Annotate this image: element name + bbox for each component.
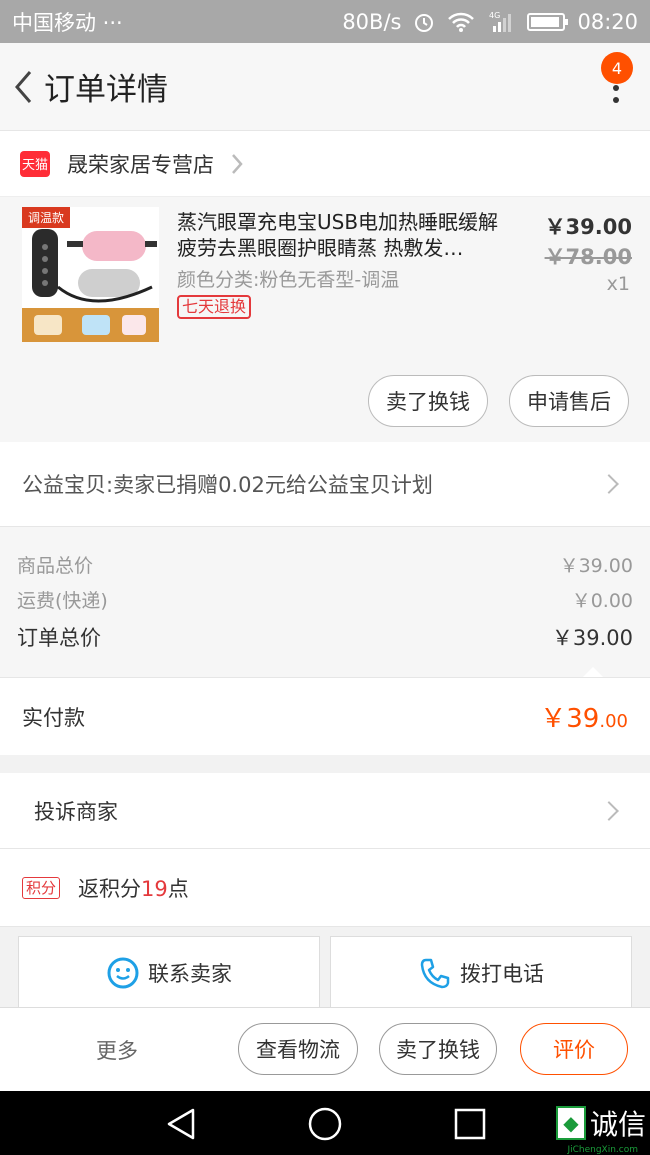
wifi-icon xyxy=(448,12,475,32)
call-phone-button[interactable]: 拨打电话 xyxy=(330,936,632,1008)
charity-row[interactable]: 公益宝贝:卖家已捐赠0.02元给公益宝贝计划 xyxy=(0,442,650,527)
complain-seller-row[interactable]: 投诉商家 xyxy=(0,773,650,849)
points-prefix: 返积分 xyxy=(78,876,142,901)
chevron-left-icon xyxy=(15,70,32,103)
product-image[interactable]: 调温款 xyxy=(22,207,159,342)
return-policy-badge: 七天退换 xyxy=(177,295,252,319)
clock: 08:20 xyxy=(577,9,638,34)
sell-for-cash-button-bottom[interactable]: 卖了换钱 xyxy=(379,1023,497,1075)
more-dot-icon xyxy=(613,85,619,91)
chevron-right-icon xyxy=(232,153,243,174)
shop-row[interactable]: 天猫 晟荣家居专营店 xyxy=(0,131,650,197)
more-dot-icon xyxy=(613,97,619,103)
network-speed: 80B/s xyxy=(342,9,402,34)
nav-recents-icon[interactable] xyxy=(454,1108,486,1140)
nav-back-icon[interactable] xyxy=(165,1107,197,1141)
contact-row: 联系卖家 拨打电话 xyxy=(0,927,650,1008)
shipping-label: 运费(快递) xyxy=(17,590,108,612)
order-total-label: 订单总价 xyxy=(17,626,101,650)
message-badge: 4 xyxy=(601,52,633,84)
tmall-icon: 天猫 xyxy=(20,150,50,177)
shipping-row: 运费(快递) ￥0.00 xyxy=(17,586,633,613)
watermark-sub: JiChengXin.com xyxy=(567,1145,638,1155)
points-icon: 积分 xyxy=(22,876,61,899)
call-phone-label: 拨打电话 xyxy=(460,961,544,986)
header-bar: 订单详情 4 xyxy=(0,43,650,131)
alarm-icon xyxy=(415,13,434,32)
product-image-tag: 调温款 xyxy=(22,207,71,228)
product-price: ￥39.00 xyxy=(544,215,632,239)
status-bar: 中国移动 ··· 80B/s 4G 08:20 xyxy=(0,0,650,43)
chat-smile-icon xyxy=(107,957,139,988)
payment-integer: 39 xyxy=(566,704,600,734)
shop-name: 晟荣家居专营店 xyxy=(67,152,214,177)
bottom-action-bar: 更多 查看物流 卖了换钱 评价 xyxy=(0,1007,650,1091)
payment-decimal: .00 xyxy=(599,711,628,732)
goods-total-row: 商品总价 ￥39.00 xyxy=(17,551,633,578)
payment-currency: ￥ xyxy=(540,704,567,734)
contact-seller-button[interactable]: 联系卖家 xyxy=(18,936,320,1008)
after-sale-button[interactable]: 申请售后 xyxy=(509,375,629,427)
points-suffix: 点 xyxy=(167,876,189,901)
product-original-price: ￥78.00 xyxy=(544,245,632,269)
system-navigation-bar: ◆ 诚信 JiChengXin.com xyxy=(0,1091,650,1155)
points-row: 积分 返积分19点 xyxy=(0,849,650,927)
chevron-right-icon xyxy=(599,474,619,494)
product-sku: 颜色分类:粉色无香型-调温 xyxy=(177,269,400,291)
charity-text: 公益宝贝:卖家已捐赠0.02元给公益宝贝计划 xyxy=(22,473,433,497)
page-title: 订单详情 xyxy=(44,72,168,108)
shipping-value: ￥0.00 xyxy=(571,590,633,612)
actual-payment-label: 实付款 xyxy=(22,705,85,730)
product-title[interactable]: 蒸汽眼罩充电宝USB电加热睡眠缓解疲劳去黑眼圈护眼睛蒸 热敷发… xyxy=(177,209,507,261)
goods-total-value: ￥39.00 xyxy=(559,555,633,577)
product-quantity: x1 xyxy=(606,273,630,295)
product-card: 调温款 蒸汽眼罩充电宝USB电加热睡眠缓解疲劳去黑眼圈护眼睛蒸 热敷发… 颜色分… xyxy=(0,197,650,442)
contact-seller-label: 联系卖家 xyxy=(148,961,232,986)
sell-for-cash-button[interactable]: 卖了换钱 xyxy=(368,375,488,427)
watermark-logo: ◆ 诚信 JiChengXin.com xyxy=(555,1103,646,1155)
watermark-icon: ◆ xyxy=(555,1106,586,1140)
battery-icon xyxy=(527,12,569,31)
points-text: 返积分19点 xyxy=(78,873,189,903)
goods-total-label: 商品总价 xyxy=(17,555,94,577)
view-logistics-button[interactable]: 查看物流 xyxy=(238,1023,358,1075)
pointer-notch xyxy=(583,667,603,677)
actual-payment-amount: ￥39.00 xyxy=(540,698,628,735)
status-indicators: 80B/s 4G 08:20 xyxy=(342,10,638,34)
complain-seller-label: 投诉商家 xyxy=(34,799,118,824)
signal-icon: 4G xyxy=(489,11,512,32)
price-summary: 商品总价 ￥39.00 运费(快递) ￥0.00 订单总价 ￥39.00 xyxy=(0,527,650,677)
phone-icon xyxy=(420,958,450,988)
order-total-value: ￥39.00 xyxy=(551,626,633,650)
actual-payment-row: 实付款 ￥39.00 xyxy=(0,677,650,755)
order-total-row: 订单总价 ￥39.00 xyxy=(17,622,633,652)
network-type: 4G xyxy=(489,11,500,20)
more-actions-button[interactable]: 更多 xyxy=(96,1035,138,1065)
carrier-label: 中国移动 ··· xyxy=(12,10,123,35)
points-value: 19 xyxy=(141,876,168,901)
chevron-right-icon xyxy=(599,800,619,821)
back-button[interactable] xyxy=(2,43,44,131)
rate-button[interactable]: 评价 xyxy=(520,1023,628,1075)
watermark-text: 诚信 xyxy=(589,1108,646,1141)
nav-home-icon[interactable] xyxy=(308,1107,342,1141)
